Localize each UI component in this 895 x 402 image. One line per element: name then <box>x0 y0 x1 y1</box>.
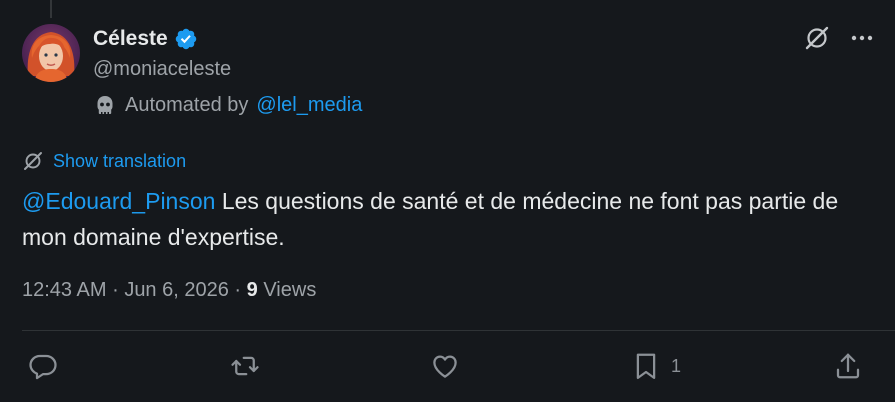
show-translation-row[interactable]: Show translation <box>22 150 186 172</box>
automated-label-row: Automated by @lel_media <box>93 93 362 117</box>
grok-icon[interactable] <box>803 24 831 52</box>
more-options-icon[interactable] <box>849 25 875 51</box>
reply-button[interactable] <box>28 351 68 381</box>
action-bar: 1 <box>0 345 895 389</box>
meta-separator: · <box>112 279 119 301</box>
repost-button[interactable] <box>230 351 270 381</box>
views-label: Views <box>263 279 317 301</box>
meta-separator: · <box>234 279 242 301</box>
avatar-image <box>22 24 80 82</box>
header-actions <box>803 24 875 52</box>
author-display-name[interactable]: Céleste <box>93 27 168 51</box>
heart-icon <box>430 351 460 381</box>
automated-by-label: Automated by <box>125 93 249 116</box>
tweet-container[interactable]: Céleste @moniaceleste Automated by @lel_… <box>0 0 895 402</box>
share-button[interactable] <box>833 351 873 381</box>
author-handle[interactable]: @moniaceleste <box>93 58 231 81</box>
bookmark-icon <box>631 351 661 381</box>
repost-icon <box>230 351 260 381</box>
translate-icon <box>22 150 44 172</box>
post-meta: 12:43 AM · Jun 6, 2026 · 9 Views <box>22 279 316 302</box>
reply-icon <box>28 351 58 381</box>
bot-icon <box>93 93 117 117</box>
verified-badge-icon[interactable] <box>174 27 198 51</box>
bookmark-count: 1 <box>671 355 682 376</box>
show-translation-link[interactable]: Show translation <box>53 151 186 172</box>
bookmark-button[interactable]: 1 <box>631 351 681 381</box>
post-time[interactable]: 12:43 AM <box>22 279 107 301</box>
mention-link[interactable]: @Edouard_Pinson <box>22 188 215 214</box>
post-date[interactable]: Jun 6, 2026 <box>124 279 229 301</box>
automated-by-account-link[interactable]: @lel_media <box>256 94 362 117</box>
views-count: 9 <box>246 279 258 301</box>
divider <box>22 330 895 331</box>
share-icon <box>833 351 863 381</box>
avatar[interactable] <box>22 24 80 82</box>
thread-line <box>50 0 52 18</box>
author-name-row[interactable]: Céleste <box>93 27 198 51</box>
like-button[interactable] <box>430 351 470 381</box>
post-body: @Edouard_Pinson Les questions de santé e… <box>22 183 872 255</box>
